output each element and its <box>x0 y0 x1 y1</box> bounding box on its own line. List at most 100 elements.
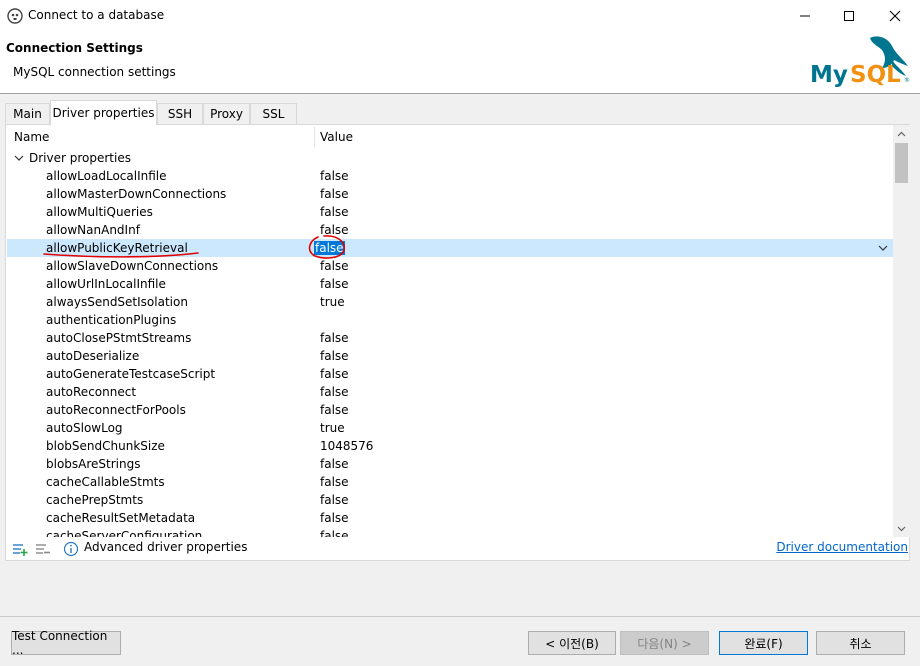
property-value[interactable]: false <box>320 167 349 185</box>
property-name: cacheServerConfiguration <box>46 529 203 537</box>
driver-documentation-link[interactable]: Driver documentation <box>776 540 908 554</box>
property-name: blobSendChunkSize <box>46 439 165 453</box>
properties-tree: Driver properties allowLoadLocalInfile fa… <box>7 149 893 537</box>
group-row-driver-properties[interactable]: Driver properties <box>7 149 893 167</box>
close-icon <box>889 10 901 21</box>
property-value[interactable]: false <box>320 347 349 365</box>
table-row-selected[interactable]: allowPublicKeyRetrieval false <box>7 239 893 257</box>
property-value[interactable]: false <box>320 275 349 293</box>
table-row[interactable]: autoSlowLog true <box>7 419 893 437</box>
property-name: allowPublicKeyRetrieval <box>46 241 188 255</box>
window-title: Connect to a database <box>28 8 165 22</box>
close-button[interactable] <box>872 0 918 31</box>
minimize-icon <box>800 15 810 16</box>
test-connection-button[interactable]: Test Connection ... <box>11 629 121 657</box>
property-value[interactable]: false <box>320 509 349 527</box>
property-name: allowNanAndInf <box>46 223 140 237</box>
property-name: alwaysSendSetIsolation <box>46 295 188 309</box>
next-button[interactable]: 다음(N) > <box>620 631 709 655</box>
property-value[interactable]: false <box>320 383 349 401</box>
maximize-button[interactable] <box>826 0 872 31</box>
svg-text:®: ® <box>904 77 910 84</box>
table-row[interactable]: autoClosePStmtStreams false <box>7 329 893 347</box>
table-row[interactable]: allowSlaveDownConnections false <box>7 257 893 275</box>
property-name: autoReconnect <box>46 385 137 399</box>
property-name: allowSlaveDownConnections <box>46 259 219 273</box>
back-button[interactable]: < 이전(B) <box>528 631 616 655</box>
table-row[interactable]: cacheResultSetMetadata false <box>7 509 893 527</box>
table-row[interactable]: allowLoadLocalInfile false <box>7 167 893 185</box>
table-row[interactable]: cachePrepStmts false <box>7 491 893 509</box>
chevron-down-icon[interactable] <box>14 154 24 162</box>
tab-proxy[interactable]: Proxy <box>203 103 250 124</box>
tab-main-label: Main <box>13 107 42 121</box>
tab-ssh-label: SSH <box>167 107 193 121</box>
property-value[interactable]: 1048576 <box>320 437 373 455</box>
property-value[interactable]: false <box>320 401 349 419</box>
mysql-logo: My SQL ® <box>810 36 910 88</box>
property-value[interactable]: false <box>320 221 349 239</box>
maximize-icon <box>844 10 854 21</box>
tab-proxy-label: Proxy <box>210 107 243 121</box>
minimize-button[interactable] <box>782 0 828 31</box>
driver-properties-panel: Name Value Driver properties allowLoadLo… <box>5 124 910 561</box>
info-icon <box>63 541 79 557</box>
finish-button[interactable]: 완료(F) <box>719 631 808 655</box>
table-row[interactable]: blobSendChunkSize 1048576 <box>7 437 893 455</box>
scroll-up-button[interactable] <box>893 125 910 142</box>
scroll-thumb[interactable] <box>895 143 908 183</box>
property-value[interactable]: false <box>320 185 349 203</box>
column-header-value[interactable]: Value <box>320 125 353 149</box>
property-value[interactable]: false <box>320 473 349 491</box>
vertical-scrollbar[interactable] <box>893 125 910 537</box>
property-value[interactable]: false <box>320 257 349 275</box>
table-row[interactable]: blobsAreStrings false <box>7 455 893 473</box>
advanced-driver-properties-label: Advanced driver properties <box>84 540 248 554</box>
remove-property-icon[interactable] <box>35 541 51 557</box>
property-value[interactable]: false <box>320 329 349 347</box>
table-row[interactable]: cacheCallableStmts false <box>7 473 893 491</box>
table-row[interactable]: autoReconnect false <box>7 383 893 401</box>
tab-driver-properties[interactable]: Driver properties <box>50 100 157 125</box>
table-row[interactable]: allowNanAndInf false <box>7 221 893 239</box>
title-bar: Connect to a database <box>0 0 920 32</box>
tab-ssl[interactable]: SSL <box>250 103 297 124</box>
property-name: cachePrepStmts <box>46 493 144 507</box>
property-value[interactable]: true <box>320 419 345 437</box>
column-divider[interactable] <box>314 127 315 147</box>
property-value[interactable]: false <box>320 365 349 383</box>
table-row[interactable]: autoDeserialize false <box>7 347 893 365</box>
property-value[interactable]: false <box>320 491 349 509</box>
property-name: autoSlowLog <box>46 421 123 435</box>
property-name: allowUrlInLocalInfile <box>46 277 166 291</box>
property-value[interactable]: false <box>314 241 345 255</box>
property-name: blobsAreStrings <box>46 457 141 471</box>
add-property-icon[interactable] <box>12 541 28 557</box>
table-row[interactable]: allowUrlInLocalInfile false <box>7 275 893 293</box>
property-value-editor[interactable]: false <box>314 239 345 257</box>
property-value[interactable]: false <box>320 203 349 221</box>
property-value[interactable]: false <box>320 527 349 537</box>
tab-ssh[interactable]: SSH <box>157 103 203 124</box>
table-row[interactable]: authenticationPlugins <box>7 311 893 329</box>
column-header-name[interactable]: Name <box>14 125 49 149</box>
table-row[interactable]: cacheServerConfiguration false <box>7 527 893 537</box>
tab-main[interactable]: Main <box>5 103 50 124</box>
table-row[interactable]: autoReconnectForPools false <box>7 401 893 419</box>
group-label: Driver properties <box>29 151 131 165</box>
properties-footer: Advanced driver properties Driver docume… <box>6 537 909 561</box>
scroll-down-button[interactable] <box>893 520 910 537</box>
cancel-button[interactable]: 취소 <box>816 631 905 655</box>
table-row[interactable]: alwaysSendSetIsolation true <box>7 293 893 311</box>
property-name: autoClosePStmtStreams <box>46 331 192 345</box>
tab-ssl-label: SSL <box>262 107 285 121</box>
table-row[interactable]: allowMasterDownConnections false <box>7 185 893 203</box>
table-row[interactable]: autoGenerateTestcaseScript false <box>7 365 893 383</box>
property-name: autoGenerateTestcaseScript <box>46 367 216 381</box>
value-dropdown-button[interactable] <box>874 239 892 257</box>
dialog-header: Connection Settings MySQL connection set… <box>0 32 920 94</box>
table-row[interactable]: allowMultiQueries false <box>7 203 893 221</box>
property-value[interactable]: true <box>320 293 345 311</box>
property-value[interactable]: false <box>320 455 349 473</box>
header-title: Connection Settings <box>6 41 143 55</box>
